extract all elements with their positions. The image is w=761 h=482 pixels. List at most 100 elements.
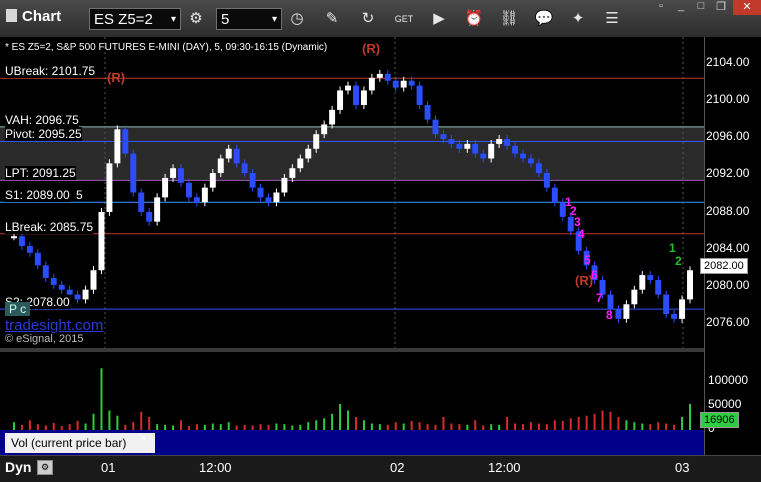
pencil-icon[interactable]: ✎ (320, 7, 344, 31)
count-6: 6 (591, 268, 598, 282)
play-icon[interactable]: ▶ (427, 7, 451, 31)
copyright: © eSignal, 2015 (5, 333, 84, 345)
candle-body (639, 275, 646, 290)
candle-body (408, 80, 415, 86)
candle-body (687, 270, 693, 300)
get-icon[interactable]: GET (392, 7, 416, 31)
volume-chart-svg (12, 368, 692, 430)
level-label: LPT: 2091.25 (5, 166, 76, 181)
candle-body (321, 124, 328, 135)
candle-body (376, 73, 383, 78)
candle-body (297, 158, 304, 169)
candle-body (520, 153, 526, 159)
count-7: 7 (596, 291, 603, 305)
candle-body (90, 270, 97, 290)
candle-body (225, 148, 232, 159)
price-tick: 2104.00 (706, 55, 750, 69)
last-price-tag: 2082.00 (700, 258, 748, 274)
candle-body (178, 168, 184, 183)
candle-body (416, 85, 423, 106)
candle-body (448, 139, 455, 144)
window-title: Chart (6, 8, 61, 25)
interval-input[interactable]: 5 ▾ (216, 8, 282, 30)
title-bar: Chart ES Z5=2 ▾ ⚙ 5 ▾ ◷ ✎ ↻ GET ▶ ⏰ ⛓ 💬 ✦ … (0, 0, 761, 38)
level-label: VAH: 2096.75 (5, 112, 79, 127)
dyn-label[interactable]: Dyn (5, 459, 31, 475)
candle-body (551, 187, 558, 203)
candle-body (392, 80, 399, 88)
candle-body (671, 313, 678, 319)
candle-body (345, 85, 351, 91)
candle-body (679, 299, 686, 319)
symbol-input[interactable]: ES Z5=2 ▾ (89, 8, 181, 30)
candle-body (424, 105, 431, 120)
ubreak-r-mark: (R) (107, 70, 126, 85)
candle-body (535, 163, 542, 174)
candle-body (233, 148, 240, 164)
candle-body (464, 143, 471, 149)
restore-icon[interactable]: ❐ (712, 0, 730, 13)
candle-body (512, 145, 519, 154)
candle-body (655, 279, 662, 295)
alert-icon[interactable]: ⏰ (462, 7, 486, 31)
candle-body (106, 163, 113, 212)
candle-body (496, 139, 503, 144)
candle-body (265, 197, 272, 203)
candle-body (98, 211, 105, 271)
candle-body (615, 309, 622, 319)
twitter-icon[interactable]: ✦ (566, 7, 590, 31)
volume-close-button[interactable]: × (140, 431, 147, 445)
candle-body (162, 177, 169, 198)
time-tick: 12:00 (199, 460, 232, 475)
level-label: Pivot: 2095.25 (5, 127, 82, 142)
maximize-icon[interactable]: □ (692, 0, 710, 12)
candle-body (400, 80, 407, 88)
count-5: 5 (584, 253, 591, 267)
candle-body (82, 289, 89, 300)
candle-body (74, 294, 81, 300)
menu-icon[interactable]: ☰ (600, 7, 624, 31)
candle-body (289, 168, 296, 178)
candle-body (122, 129, 129, 154)
candle-body (130, 153, 137, 193)
dyn-settings-icon[interactable]: ⚙ (37, 460, 53, 475)
candle-body (527, 158, 534, 164)
volume-label: Vol (current price bar) (5, 433, 155, 453)
clock-icon[interactable]: ◷ (285, 7, 309, 31)
candle-body (34, 252, 41, 266)
price-tick: 2076.00 (706, 315, 750, 329)
candle-body (257, 187, 264, 198)
count-4: 4 (578, 227, 585, 241)
level-label: S1: 2089.00 (5, 188, 70, 203)
candle-body (432, 119, 439, 135)
candle-body (11, 236, 17, 239)
dropdown-icon[interactable]: ▾ (171, 9, 176, 31)
dropdown-icon[interactable]: ▾ (272, 9, 277, 31)
link-icon[interactable]: ⛓ (497, 7, 521, 31)
last-volume-tag: 16906 (700, 412, 739, 428)
time-tick: 02 (390, 460, 405, 475)
price-tick: 2088.00 (706, 204, 750, 218)
green-count-1: 1 (669, 241, 676, 255)
candle-body (201, 187, 208, 203)
candle-body (440, 134, 447, 140)
candle-body (154, 197, 161, 222)
chat-icon[interactable]: 💬 (532, 7, 556, 31)
minimize-icon[interactable]: _ (672, 0, 690, 12)
candle-body (217, 158, 224, 174)
close-icon[interactable]: ✕ (733, 0, 761, 15)
price-tick: 2100.00 (706, 92, 750, 106)
candle-body (329, 109, 336, 125)
candle-body (631, 289, 638, 305)
price-tick: 2084.00 (706, 241, 750, 255)
time-tick: 01 (101, 460, 116, 475)
time-tick: 12:00 (488, 460, 521, 475)
settings-icon[interactable]: ⚙ (184, 7, 208, 31)
candle-body (353, 85, 359, 106)
candle-body (138, 192, 145, 212)
candle-body (273, 192, 280, 203)
candle-body (18, 236, 25, 246)
value-area-band (0, 126, 704, 181)
pin-icon[interactable]: ▫ (652, 0, 670, 12)
refresh-icon[interactable]: ↻ (356, 7, 380, 31)
